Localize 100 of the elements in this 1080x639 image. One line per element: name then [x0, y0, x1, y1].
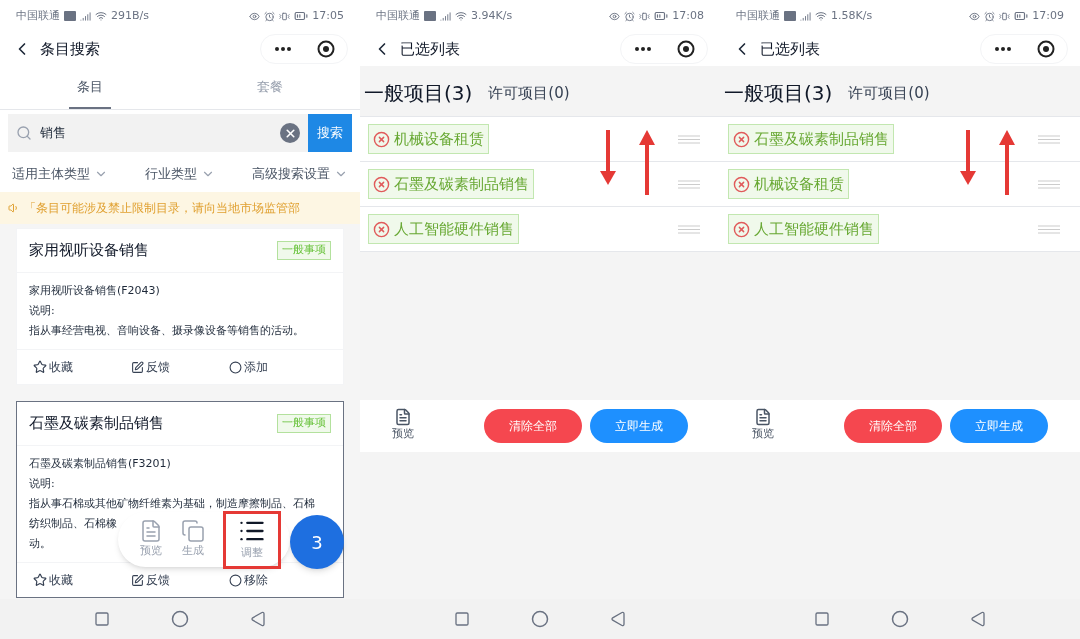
- card-action[interactable]: 反馈: [131, 571, 170, 589]
- recent-apps-icon[interactable]: [454, 611, 471, 627]
- drag-handle-icon[interactable]: [678, 179, 700, 189]
- recent-apps-icon[interactable]: [814, 611, 831, 627]
- network-speed: 291B/s: [111, 7, 149, 24]
- up-arrow-drawing: [639, 130, 655, 195]
- search-field[interactable]: 销售: [8, 114, 308, 152]
- card-action[interactable]: 收藏: [33, 571, 73, 589]
- back-nav-icon[interactable]: [609, 611, 626, 627]
- card-title: 石墨及碳素制品销售: [29, 413, 164, 435]
- circle-icon: [229, 573, 242, 587]
- back-nav-icon[interactable]: [249, 611, 266, 627]
- down-arrow-drawing: [600, 130, 616, 185]
- item-label: 机械设备租赁: [754, 173, 844, 195]
- search-icon: [16, 125, 32, 141]
- search-button[interactable]: 搜索: [308, 114, 352, 152]
- preview-button[interactable]: 预览: [392, 408, 414, 443]
- battery-icon: [294, 9, 309, 23]
- item-label: 石墨及碳素制品销售: [394, 173, 529, 195]
- clear-icon[interactable]: [280, 123, 300, 143]
- network-speed: 3.94K/s: [471, 7, 513, 24]
- action-button[interactable]: 清除全部: [844, 408, 942, 443]
- card-text: 家用视听设备销售(F2043): [29, 283, 160, 299]
- carrier-name: 中国联通: [736, 7, 780, 24]
- document-icon: [394, 408, 412, 427]
- star-icon: [33, 360, 47, 374]
- remove-icon[interactable]: [373, 220, 390, 238]
- card-text: 说明:: [29, 476, 55, 492]
- battery-icon: [1014, 9, 1029, 23]
- eye-icon: [969, 10, 981, 22]
- recent-apps-icon[interactable]: [94, 611, 111, 627]
- close-target-icon[interactable]: [676, 40, 695, 58]
- document-icon: [754, 408, 772, 427]
- battery-icon: [654, 9, 669, 23]
- home-icon[interactable]: [531, 610, 549, 628]
- home-icon[interactable]: [891, 610, 909, 628]
- card-action[interactable]: 添加: [229, 358, 268, 376]
- card-text: 动。: [29, 536, 51, 552]
- filter-dropdown[interactable]: 适用主体类型: [12, 164, 108, 184]
- notice-text: 「条目可能涉及禁止限制目录，请向当地市场监管部: [24, 200, 300, 217]
- remove-icon[interactable]: [373, 130, 390, 148]
- card-title: 家用视听设备销售: [29, 240, 149, 262]
- more-icon[interactable]: [273, 46, 292, 52]
- page-title: 已选列表: [400, 38, 460, 60]
- close-target-icon[interactable]: [1036, 40, 1055, 58]
- clock-time: 17:08: [672, 7, 704, 24]
- up-arrow-drawing: [999, 130, 1015, 195]
- more-icon[interactable]: [633, 46, 652, 52]
- document-icon: [139, 519, 163, 544]
- vibrate-icon: [639, 10, 651, 22]
- filter-dropdown[interactable]: 行业类型: [145, 164, 215, 184]
- drag-handle-icon[interactable]: [678, 224, 700, 234]
- edit-icon: [131, 360, 144, 374]
- card-action[interactable]: 收藏: [33, 358, 73, 376]
- item-label: 人工智能硬件销售: [394, 218, 514, 240]
- drag-handle-icon[interactable]: [1038, 179, 1060, 189]
- page-title: 已选列表: [760, 38, 820, 60]
- card-action[interactable]: 移除: [229, 571, 268, 589]
- search-value: 销售: [40, 124, 66, 143]
- wifi-icon: [815, 10, 827, 22]
- tab[interactable]: 许可项目(0): [848, 81, 930, 105]
- hd-icon: [784, 11, 796, 21]
- clock-time: 17:09: [1032, 7, 1064, 24]
- carrier-name: 中国联通: [376, 7, 420, 24]
- preview-button[interactable]: 预览: [752, 408, 774, 443]
- drag-handle-icon[interactable]: [1038, 134, 1060, 144]
- action-button[interactable]: 清除全部: [484, 408, 582, 443]
- remove-icon[interactable]: [733, 220, 750, 238]
- more-icon[interactable]: [993, 46, 1012, 52]
- hd-icon: [424, 11, 436, 21]
- tab[interactable]: 一般项目(3): [364, 78, 473, 108]
- copy-icon: [181, 519, 205, 544]
- tab[interactable]: 一般项目(3): [724, 78, 833, 108]
- tab[interactable]: 许可项目(0): [488, 81, 570, 105]
- wifi-icon: [95, 10, 107, 22]
- vibrate-icon: [279, 10, 291, 22]
- category-tag: 一般事项: [277, 241, 331, 260]
- close-target-icon[interactable]: [316, 40, 335, 58]
- signal-icon: [440, 10, 451, 22]
- alarm-icon: [264, 10, 276, 22]
- remove-icon[interactable]: [733, 175, 750, 193]
- card-text: 石墨及碳素制品销售(F3201): [29, 456, 171, 472]
- carrier-name: 中国联通: [16, 7, 60, 24]
- back-nav-icon[interactable]: [969, 611, 986, 627]
- card-action[interactable]: 反馈: [131, 358, 170, 376]
- alarm-icon: [984, 10, 996, 22]
- card-text: 指从事经营电视、音响设备、摄录像设备等销售的活动。: [29, 323, 304, 339]
- remove-icon[interactable]: [733, 130, 750, 148]
- wifi-icon: [455, 10, 467, 22]
- home-icon[interactable]: [171, 610, 189, 628]
- filter-dropdown[interactable]: 高级搜索设置: [252, 164, 348, 184]
- clock-time: 17:05: [312, 7, 344, 24]
- item-label: 人工智能硬件销售: [754, 218, 874, 240]
- card-text: 说明:: [29, 303, 55, 319]
- eye-icon: [249, 10, 261, 22]
- remove-icon[interactable]: [373, 175, 390, 193]
- edit-icon: [131, 573, 144, 587]
- drag-handle-icon[interactable]: [1038, 224, 1060, 234]
- drag-handle-icon[interactable]: [678, 134, 700, 144]
- category-tag: 一般事项: [277, 414, 331, 433]
